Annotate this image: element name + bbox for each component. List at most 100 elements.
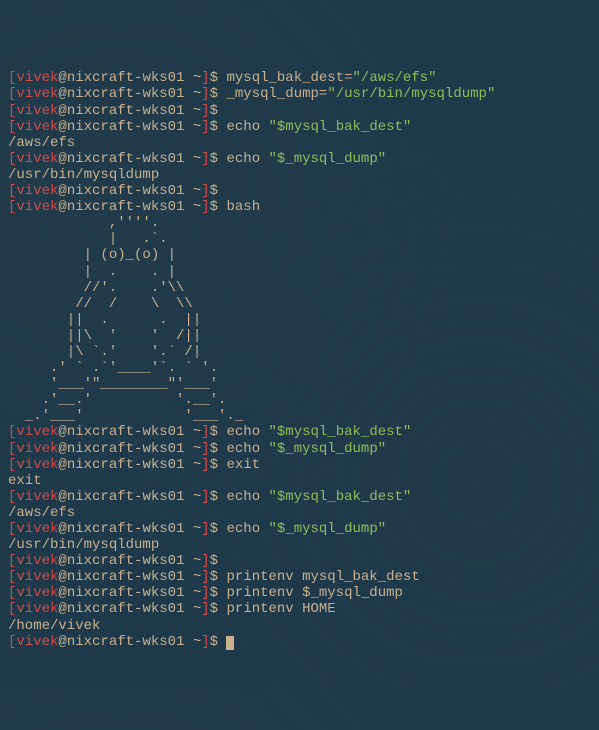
terminal-line: [vivek@nixcraft-wks01 ~]$ xyxy=(8,103,591,119)
bracket-close: ] xyxy=(201,103,209,119)
command-text: _mysql_dump= xyxy=(226,86,327,102)
at-sign: @ xyxy=(58,103,66,119)
at-sign: @ xyxy=(58,457,66,473)
bracket-close: ] xyxy=(201,199,209,215)
bracket-close: ] xyxy=(201,457,209,473)
terminal-line: [vivek@nixcraft-wks01 ~]$ echo "$_mysql_… xyxy=(8,151,591,167)
prompt-symbol: $ xyxy=(210,601,227,617)
path: ~ xyxy=(184,70,201,86)
terminal-line: [vivek@nixcraft-wks01 ~]$ _mysql_dump="/… xyxy=(8,86,591,102)
command-text: echo xyxy=(226,441,268,457)
command-text: printenv mysql_bak_dest xyxy=(226,569,419,585)
prompt-symbol: $ xyxy=(210,585,227,601)
hostname: nixcraft-wks01 xyxy=(67,103,185,119)
at-sign: @ xyxy=(58,634,66,650)
string-literal: "$_mysql_dump" xyxy=(269,441,387,457)
bracket-close: ] xyxy=(201,183,209,199)
hostname: nixcraft-wks01 xyxy=(67,424,185,440)
hostname: nixcraft-wks01 xyxy=(67,70,185,86)
prompt-symbol: $ xyxy=(210,489,227,505)
terminal-line: [vivek@nixcraft-wks01 ~]$ printenv $_mys… xyxy=(8,585,591,601)
at-sign: @ xyxy=(58,183,66,199)
username: vivek xyxy=(16,424,58,440)
hostname: nixcraft-wks01 xyxy=(67,601,185,617)
prompt-symbol: $ xyxy=(210,424,227,440)
username: vivek xyxy=(16,103,58,119)
terminal-line: [vivek@nixcraft-wks01 ~]$ xyxy=(8,553,591,569)
terminal-line: [vivek@nixcraft-wks01 ~]$ echo "$mysql_b… xyxy=(8,119,591,135)
username: vivek xyxy=(16,70,58,86)
prompt-symbol: $ xyxy=(210,441,227,457)
path: ~ xyxy=(184,489,201,505)
username: vivek xyxy=(16,553,58,569)
hostname: nixcraft-wks01 xyxy=(67,489,185,505)
command-text: exit xyxy=(226,457,260,473)
prompt-symbol: $ xyxy=(210,119,227,135)
username: vivek xyxy=(16,441,58,457)
path: ~ xyxy=(184,199,201,215)
hostname: nixcraft-wks01 xyxy=(67,183,185,199)
hostname: nixcraft-wks01 xyxy=(67,585,185,601)
path: ~ xyxy=(184,634,201,650)
hostname: nixcraft-wks01 xyxy=(67,441,185,457)
hostname: nixcraft-wks01 xyxy=(67,199,185,215)
path: ~ xyxy=(184,521,201,537)
terminal-line: [vivek@nixcraft-wks01 ~]$ echo "$_mysql_… xyxy=(8,441,591,457)
command-text: bash xyxy=(226,199,260,215)
prompt-symbol: $ xyxy=(210,521,227,537)
at-sign: @ xyxy=(58,553,66,569)
path: ~ xyxy=(184,103,201,119)
username: vivek xyxy=(16,199,58,215)
bracket-close: ] xyxy=(201,553,209,569)
bracket-close: ] xyxy=(201,151,209,167)
username: vivek xyxy=(16,183,58,199)
at-sign: @ xyxy=(58,521,66,537)
bracket-close: ] xyxy=(201,601,209,617)
hostname: nixcraft-wks01 xyxy=(67,151,185,167)
bracket-close: ] xyxy=(201,521,209,537)
hostname: nixcraft-wks01 xyxy=(67,634,185,650)
string-literal: "$mysql_bak_dest" xyxy=(269,489,412,505)
string-literal: "/usr/bin/mysqldump" xyxy=(327,86,495,102)
terminal-line: [vivek@nixcraft-wks01 ~]$ printenv mysql… xyxy=(8,569,591,585)
command-text: printenv HOME xyxy=(226,601,335,617)
username: vivek xyxy=(16,521,58,537)
command-text: echo xyxy=(226,151,268,167)
at-sign: @ xyxy=(58,569,66,585)
ascii-art: ,''''. | .`. | (o)_(o) | | . . | //'. .'… xyxy=(8,215,591,424)
bracket-close: ] xyxy=(201,489,209,505)
hostname: nixcraft-wks01 xyxy=(67,569,185,585)
path: ~ xyxy=(184,585,201,601)
terminal-line: [vivek@nixcraft-wks01 ~]$ mysql_bak_dest… xyxy=(8,70,591,86)
hostname: nixcraft-wks01 xyxy=(67,457,185,473)
hostname: nixcraft-wks01 xyxy=(67,553,185,569)
bracket-close: ] xyxy=(201,119,209,135)
terminal-output[interactable]: [vivek@nixcraft-wks01 ~]$ mysql_bak_dest… xyxy=(8,70,591,649)
path: ~ xyxy=(184,151,201,167)
bracket-close: ] xyxy=(201,424,209,440)
at-sign: @ xyxy=(58,585,66,601)
at-sign: @ xyxy=(58,70,66,86)
username: vivek xyxy=(16,601,58,617)
terminal-line: [vivek@nixcraft-wks01 ~]$ xyxy=(8,183,591,199)
terminal-line: [vivek@nixcraft-wks01 ~]$ xyxy=(8,634,591,650)
at-sign: @ xyxy=(58,601,66,617)
bracket-close: ] xyxy=(201,634,209,650)
terminal-line: [vivek@nixcraft-wks01 ~]$ echo "$mysql_b… xyxy=(8,424,591,440)
output-line: /usr/bin/mysqldump xyxy=(8,167,591,183)
path: ~ xyxy=(184,424,201,440)
username: vivek xyxy=(16,151,58,167)
at-sign: @ xyxy=(58,424,66,440)
at-sign: @ xyxy=(58,86,66,102)
path: ~ xyxy=(184,553,201,569)
username: vivek xyxy=(16,585,58,601)
prompt-symbol: $ xyxy=(210,151,227,167)
output-line: exit xyxy=(8,473,591,489)
command-text: echo xyxy=(226,489,268,505)
output-line: /aws/efs xyxy=(8,135,591,151)
terminal-line: [vivek@nixcraft-wks01 ~]$ printenv HOME xyxy=(8,601,591,617)
username: vivek xyxy=(16,569,58,585)
prompt-symbol: $ xyxy=(210,183,227,199)
prompt-symbol: $ xyxy=(210,199,227,215)
bracket-close: ] xyxy=(201,441,209,457)
